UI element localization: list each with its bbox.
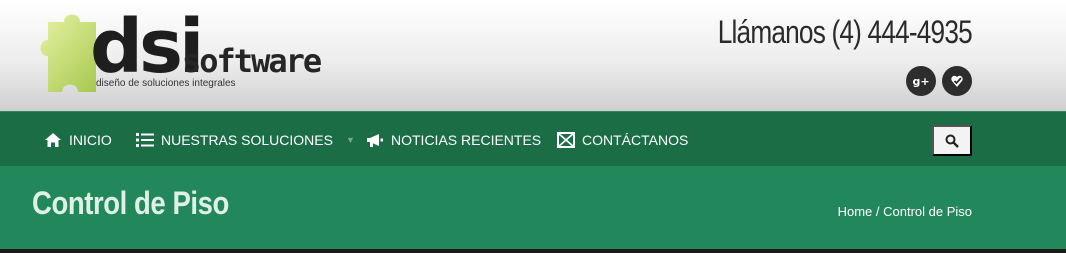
search-button[interactable] xyxy=(932,125,972,156)
page-title: Control de Piso xyxy=(32,185,229,221)
chevron-down-icon: ▼ xyxy=(345,134,355,145)
content-divider xyxy=(0,249,1066,253)
nav-label-nuestras-soluciones: NUESTRAS SOLUCIONES xyxy=(161,131,333,148)
home-icon xyxy=(45,132,61,147)
logo-brand-sub: software xyxy=(182,42,322,80)
phone-number: Llámanos (4) 444-4935 xyxy=(717,14,973,50)
breadcrumb[interactable]: Home / Control de Piso xyxy=(838,204,972,219)
page-title-bar: Control de Piso Home / Control de Piso xyxy=(0,166,1066,249)
nav-item-contactanos[interactable]: CONTÁCTANOS xyxy=(557,112,688,167)
nav-label-contactanos: CONTÁCTANOS xyxy=(582,131,689,148)
foursquare-icon[interactable] xyxy=(942,66,972,96)
nav-item-nuestras-soluciones[interactable]: NUESTRAS SOLUCIONES ▼ xyxy=(136,112,355,167)
google-plus-icon[interactable]: g+ xyxy=(906,66,936,96)
checkmark-icon xyxy=(951,75,963,87)
dsi-software-logo[interactable]: dsi software diseño de soluciones integr… xyxy=(30,8,322,98)
nav-item-inicio[interactable]: INICIO xyxy=(44,112,112,167)
main-navigation: INICIO NUESTRAS SOLUCIONES ▼ NOTICIAS RE… xyxy=(0,111,1066,166)
list-icon xyxy=(136,132,154,147)
site-header: dsi software diseño de soluciones integr… xyxy=(0,0,1066,111)
megaphone-icon xyxy=(367,133,383,147)
envelope-icon xyxy=(557,131,575,148)
nav-label-inicio: INICIO xyxy=(69,131,112,148)
search-icon xyxy=(945,134,959,148)
logo-tagline: diseño de soluciones integrales xyxy=(96,78,236,89)
nav-item-noticias-recientes[interactable]: NOTICIAS RECIENTES xyxy=(366,112,541,167)
nav-label-noticias-recientes: NOTICIAS RECIENTES xyxy=(391,131,542,148)
social-links: g+ xyxy=(906,66,972,96)
